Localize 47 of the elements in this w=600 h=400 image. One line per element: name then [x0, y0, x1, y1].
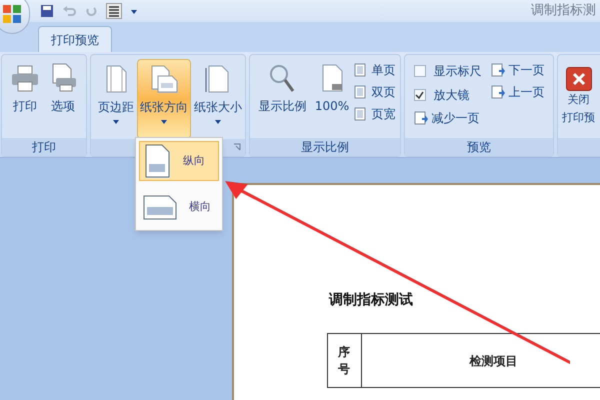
checkbox-option[interactable]: 放大镜 [414, 83, 482, 107]
printer-icon [10, 63, 40, 93]
ribbon-small-button[interactable]: 双页 [354, 81, 396, 103]
ribbon-small-button[interactable]: 上一页 [490, 81, 544, 103]
customize-caret-icon[interactable] [130, 7, 138, 15]
page-layout-icon [354, 107, 368, 121]
ribbon-small-button[interactable]: 下一页 [490, 59, 544, 81]
ribbon-button[interactable]: 打印 [6, 59, 44, 137]
ribbon-button[interactable]: 显示比例 [254, 59, 310, 137]
checkbox[interactable] [414, 89, 426, 101]
checkmark-icon [415, 90, 424, 100]
table-header-cell: 序号 [328, 334, 362, 387]
magnifier-icon [268, 63, 296, 93]
ribbon-small-button[interactable]: 单页 [354, 59, 396, 81]
dialog-launcher-icon[interactable] [233, 143, 241, 151]
caret-icon [215, 120, 221, 124]
document-title: 调制指标测试 [329, 291, 413, 310]
ribbon-button[interactable]: 100% [310, 59, 354, 137]
quick-access-icon[interactable] [106, 3, 122, 19]
office-button[interactable] [0, 0, 30, 34]
group-label: 显示比例 [301, 139, 349, 156]
ribbon-small-button[interactable]: 页宽 [354, 103, 396, 125]
window-title: 调制指标测 [531, 2, 597, 20]
ribbon-small-button[interactable]: 减少一页 [414, 107, 482, 129]
ribbon-dropdown-button[interactable]: 纸张大小 [191, 59, 245, 139]
close-icon [566, 67, 592, 91]
caret-icon [113, 120, 119, 124]
page-layout-icon [354, 85, 368, 99]
page-layout-icon [354, 63, 368, 77]
office-logo-icon [2, 4, 22, 24]
group-label: 预览 [467, 139, 491, 156]
table-header-cell: 检测项目 [362, 334, 600, 387]
landscape-page-icon [143, 194, 177, 220]
ribbon-button[interactable]: 选项 [44, 59, 82, 137]
checkbox-option[interactable]: 显示标尺 [414, 59, 482, 83]
close-preview-button[interactable]: 关闭 打印预 [562, 59, 595, 127]
ribbon-dropdown-button[interactable]: 页边距 [95, 59, 137, 139]
ribbon-dropdown-button[interactable]: 纸张方向 [137, 59, 191, 139]
group-label: 打印 [32, 139, 56, 156]
portrait-page-icon [143, 144, 171, 178]
caret-icon [161, 120, 167, 124]
checkbox[interactable] [414, 65, 426, 77]
menu-item[interactable]: 纵向 [139, 141, 219, 181]
ribbon-tab[interactable]: 打印预览 [38, 26, 112, 52]
orientation-icon [149, 64, 179, 94]
menu-item[interactable]: 横向 [139, 187, 219, 227]
save-icon[interactable] [40, 4, 54, 18]
